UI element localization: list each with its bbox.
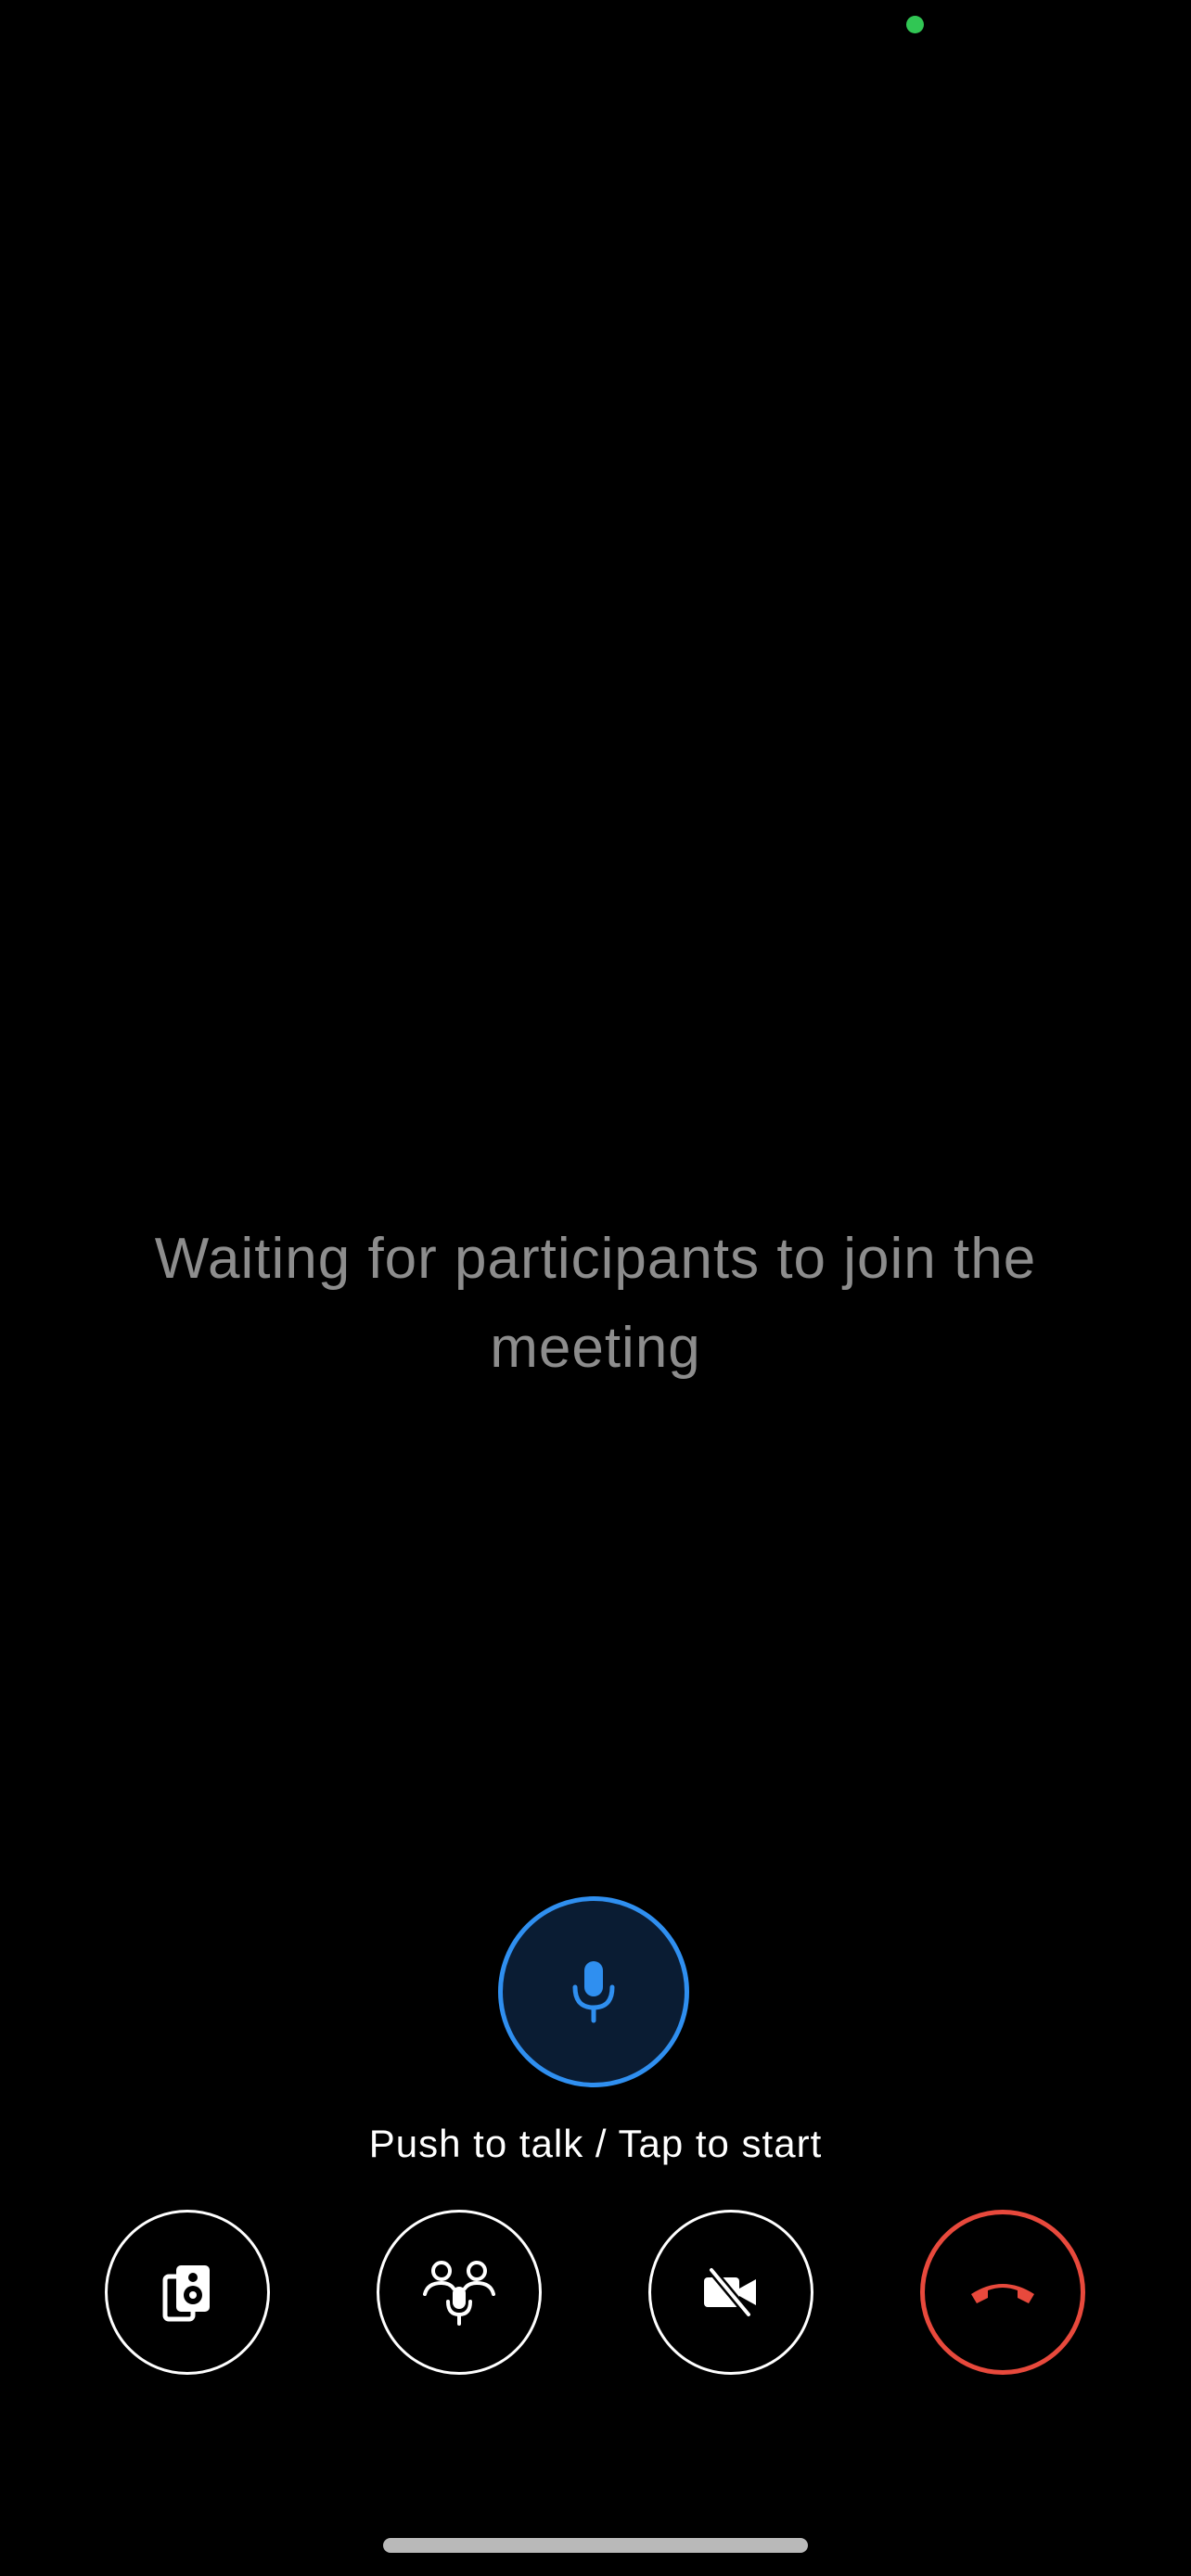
end-call-button[interactable] xyxy=(920,2210,1085,2375)
waiting-message: Waiting for participants to join the mee… xyxy=(154,1227,1037,1380)
push-to-talk-label: Push to talk / Tap to start xyxy=(368,2122,823,2165)
speaker-button[interactable] xyxy=(105,2210,270,2375)
speaker-icon xyxy=(161,2262,213,2323)
video-off-button[interactable] xyxy=(648,2210,813,2375)
microphone-icon xyxy=(566,1959,621,2024)
status-indicator-dot-icon xyxy=(906,16,924,33)
home-indicator[interactable] xyxy=(383,2538,808,2553)
end-call-icon xyxy=(967,2276,1038,2309)
video-off-icon xyxy=(700,2266,762,2318)
participants-button[interactable] xyxy=(377,2210,542,2375)
participants-icon xyxy=(422,2259,496,2326)
push-to-talk-button[interactable] xyxy=(498,1896,689,2087)
